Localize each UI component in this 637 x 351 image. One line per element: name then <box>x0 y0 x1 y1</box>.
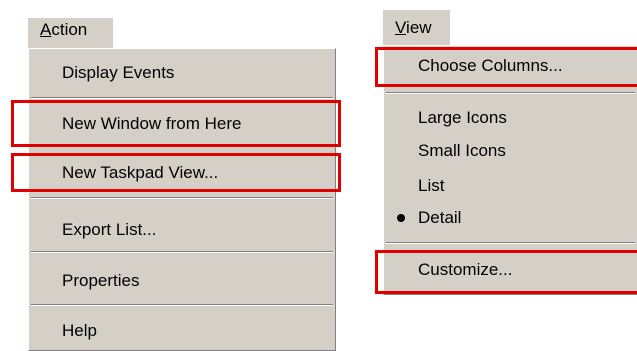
action-menu-accelerator: A <box>40 20 52 39</box>
view-menu-title[interactable]: View <box>383 10 450 45</box>
radio-bullet-icon <box>397 214 405 222</box>
menu-separator <box>31 251 333 253</box>
view-menu-accelerator: V <box>395 18 407 37</box>
view-menu-title-text: iew <box>406 18 432 37</box>
action-menu-panel: Display Events New Window from Here New … <box>28 48 336 351</box>
menu-separator <box>386 92 635 94</box>
action-menu-title-text: ction <box>51 20 88 39</box>
menu-separator <box>31 97 333 99</box>
menu-separator <box>31 197 333 199</box>
view-menu-panel: Choose Columns... Large Icons Small Icon… <box>383 45 637 295</box>
menu-separator <box>386 242 635 244</box>
menu-separator <box>31 304 333 306</box>
action-menu-title[interactable]: Action <box>28 18 113 48</box>
